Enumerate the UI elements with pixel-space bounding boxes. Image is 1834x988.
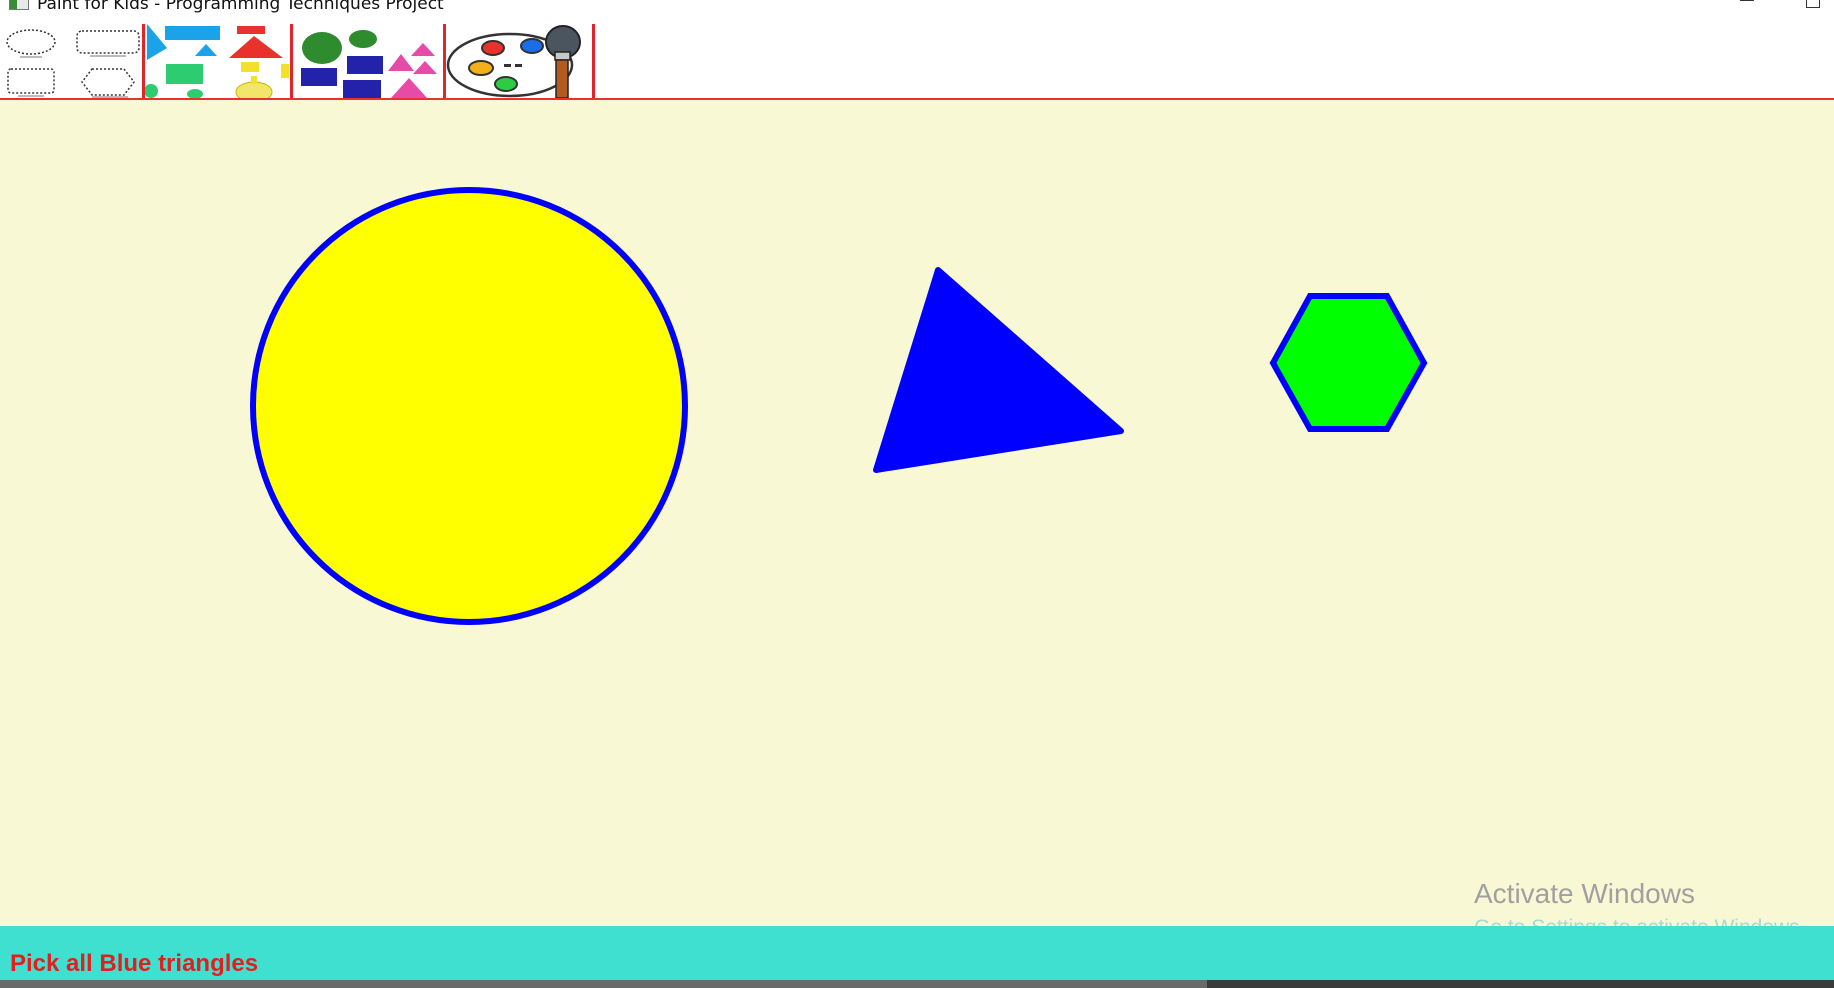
green-hexagon-shape[interactable] [1269,293,1428,432]
window-title: Paint for Kids - Programming Techniques … [37,0,444,14]
pick-by-color-button[interactable] [293,16,443,98]
horizontal-scrollbar-thumb[interactable] [0,980,1207,988]
pick-by-shape-icon [144,24,289,103]
minimize-icon[interactable] [1738,0,1756,4]
canvas-svg [250,187,1428,625]
title-bar: Paint for Kids - Programming Techniques … [0,0,1834,16]
drawing-canvas[interactable] [0,100,1834,925]
yellow-circle-shape[interactable] [250,187,688,625]
status-message: Pick all Blue triangles [10,950,259,977]
pick-by-color-icon [301,30,437,98]
status-bar: Pick all Blue triangles [0,926,1834,980]
pick-by-shape-button[interactable] [144,16,290,103]
color-palette-button[interactable] [446,16,594,99]
color-palette-icon [446,25,581,99]
toolbar-separator [592,24,595,98]
blue-triangle-shape[interactable] [873,267,1124,473]
shapes-menu-button[interactable] [0,16,144,98]
maximize-icon[interactable] [1806,0,1820,8]
app-window-icon [9,0,29,10]
outline-shapes-icon [6,29,140,98]
activate-windows-watermark: Activate Windows [1474,878,1695,909]
toolbar [0,16,1834,103]
